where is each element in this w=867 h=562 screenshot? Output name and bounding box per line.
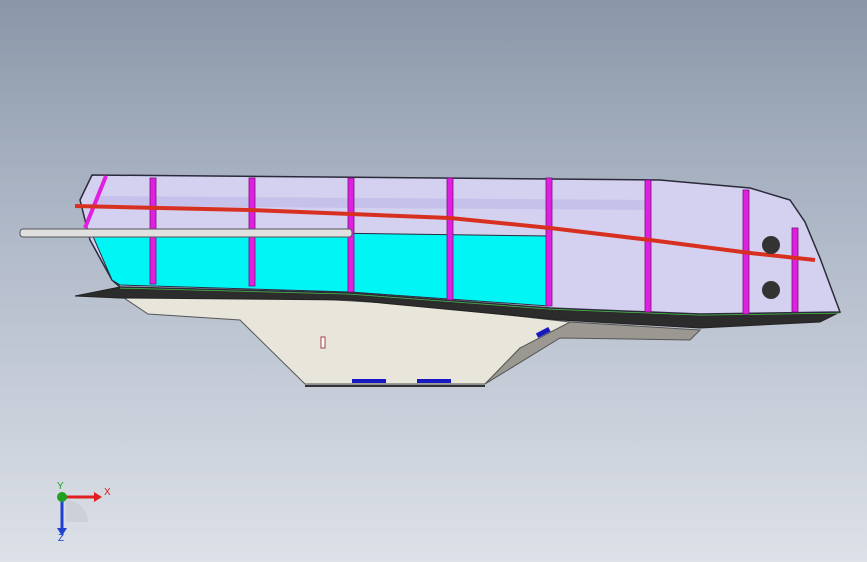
stern-hole (762, 281, 780, 299)
y-axis-dot (57, 492, 67, 502)
rib (545, 177, 553, 307)
rib (791, 227, 799, 313)
graphics-viewport[interactable]: X Y Z (0, 0, 867, 562)
y-axis-label: Y (57, 481, 64, 492)
blue-pad (417, 379, 451, 383)
z-axis-label: Z (58, 533, 65, 544)
x-axis-head (94, 492, 102, 502)
rib (446, 177, 454, 301)
blue-pad (352, 379, 386, 383)
stern-hole (762, 236, 780, 254)
coordinate-triad: X Y Z (40, 478, 120, 548)
x-axis-label: X (104, 487, 111, 498)
small-slot (320, 336, 326, 349)
horizontal-pipe (19, 228, 353, 238)
rib (644, 179, 652, 313)
boat-hull-model[interactable] (0, 0, 867, 562)
triad-shadow (66, 500, 88, 522)
